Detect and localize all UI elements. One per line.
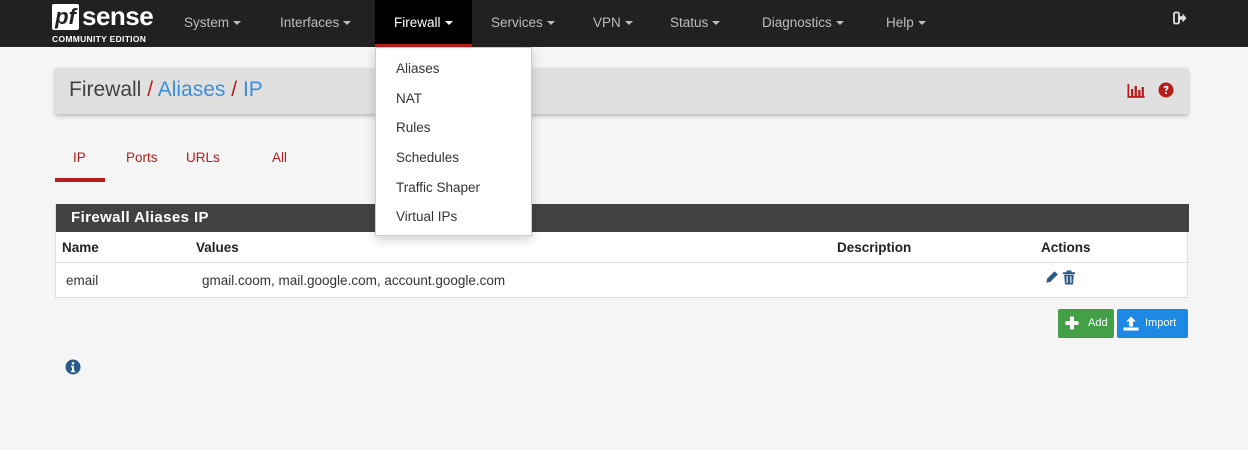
nav-vpn-label: VPN — [593, 15, 621, 30]
header-divider — [56, 262, 1189, 263]
nav-vpn[interactable]: VPN — [593, 0, 633, 47]
logo-edition: COMMUNITY EDITION — [52, 34, 147, 44]
nav-diagnostics-label: Diagnostics — [762, 15, 832, 30]
import-button[interactable]: Import — [1117, 309, 1188, 338]
caret-down-icon — [624, 21, 633, 26]
caret-down-icon — [835, 21, 844, 26]
breadcrumb-aliases[interactable]: Aliases — [158, 78, 226, 101]
nav-diagnostics[interactable]: Diagnostics — [762, 0, 844, 47]
breadcrumb-ip[interactable]: IP — [243, 78, 263, 101]
nav-interfaces[interactable]: Interfaces — [280, 0, 352, 47]
tab-all[interactable]: All — [272, 150, 287, 165]
tab-ports[interactable]: Ports — [126, 150, 158, 165]
upload-icon — [1123, 316, 1139, 331]
tab-urls[interactable]: URLs — [186, 150, 220, 165]
nav-help[interactable]: Help — [886, 0, 926, 47]
nav-firewall[interactable]: Firewall — [375, 0, 472, 47]
top-navbar: pf sense COMMUNITY EDITION System Interf… — [0, 0, 1248, 47]
import-button-label: Import — [1145, 317, 1177, 329]
cell-name: email — [66, 273, 99, 288]
page-header: Firewall / Aliases / IP — [55, 68, 1188, 114]
sign-out-icon[interactable] — [1173, 11, 1187, 25]
info-icon[interactable] — [65, 359, 81, 375]
nav-system[interactable]: System — [184, 0, 242, 47]
help-icon[interactable] — [1158, 82, 1174, 98]
caret-down-icon — [917, 21, 926, 26]
nav-help-label: Help — [886, 15, 914, 30]
firewall-dropdown-menu: Aliases NAT Rules Schedules Traffic Shap… — [375, 47, 532, 236]
caret-down-icon — [546, 21, 555, 26]
column-header-description[interactable]: Description — [837, 240, 911, 255]
breadcrumb-firewall: Firewall — [69, 78, 142, 101]
column-header-actions: Actions — [1041, 240, 1091, 255]
caret-down-icon — [444, 21, 453, 26]
add-button[interactable]: Add — [1058, 309, 1114, 338]
nav-services[interactable]: Services — [491, 0, 555, 47]
cell-values: gmail.coom, mail.google.com, account.goo… — [202, 273, 506, 288]
caret-down-icon — [712, 21, 721, 26]
nav-status[interactable]: Status — [670, 0, 721, 47]
menu-item-rules[interactable]: Rules — [396, 120, 431, 135]
menu-item-nat[interactable]: NAT — [396, 91, 422, 106]
active-tab-indicator — [55, 178, 105, 182]
add-button-label: Add — [1088, 317, 1108, 329]
menu-item-aliases[interactable]: Aliases — [396, 61, 440, 76]
breadcrumb-separator: / — [231, 78, 238, 101]
pfsense-logo[interactable]: pf sense COMMUNITY EDITION — [52, 1, 162, 44]
nav-system-label: System — [184, 15, 230, 30]
menu-item-virtual-ips[interactable]: Virtual IPs — [396, 209, 457, 224]
column-header-values[interactable]: Values — [196, 240, 239, 255]
breadcrumb-separator: / — [147, 78, 154, 101]
nav-status-label: Status — [670, 15, 709, 30]
edit-icon[interactable] — [1045, 270, 1059, 284]
column-header-name[interactable]: Name — [62, 240, 99, 255]
menu-item-schedules[interactable]: Schedules — [396, 150, 459, 165]
logo-sense: sense — [82, 1, 154, 31]
panel-title: Firewall Aliases IP — [56, 204, 1189, 232]
caret-down-icon — [233, 21, 242, 26]
breadcrumb: Firewall / Aliases / IP — [69, 78, 263, 102]
nav-firewall-label: Firewall — [394, 15, 441, 30]
aliases-table-panel: Firewall Aliases IP Name Values Descript… — [55, 204, 1189, 298]
logo-pf: pf — [52, 4, 79, 30]
plus-icon — [1065, 316, 1079, 330]
trash-icon[interactable] — [1062, 270, 1076, 285]
nav-interfaces-label: Interfaces — [280, 15, 340, 30]
nav-services-label: Services — [491, 15, 543, 30]
caret-down-icon — [343, 21, 352, 26]
menu-item-traffic-shaper[interactable]: Traffic Shaper — [396, 180, 480, 195]
bar-chart-icon[interactable] — [1127, 82, 1145, 98]
tab-ip[interactable]: IP — [73, 150, 86, 165]
